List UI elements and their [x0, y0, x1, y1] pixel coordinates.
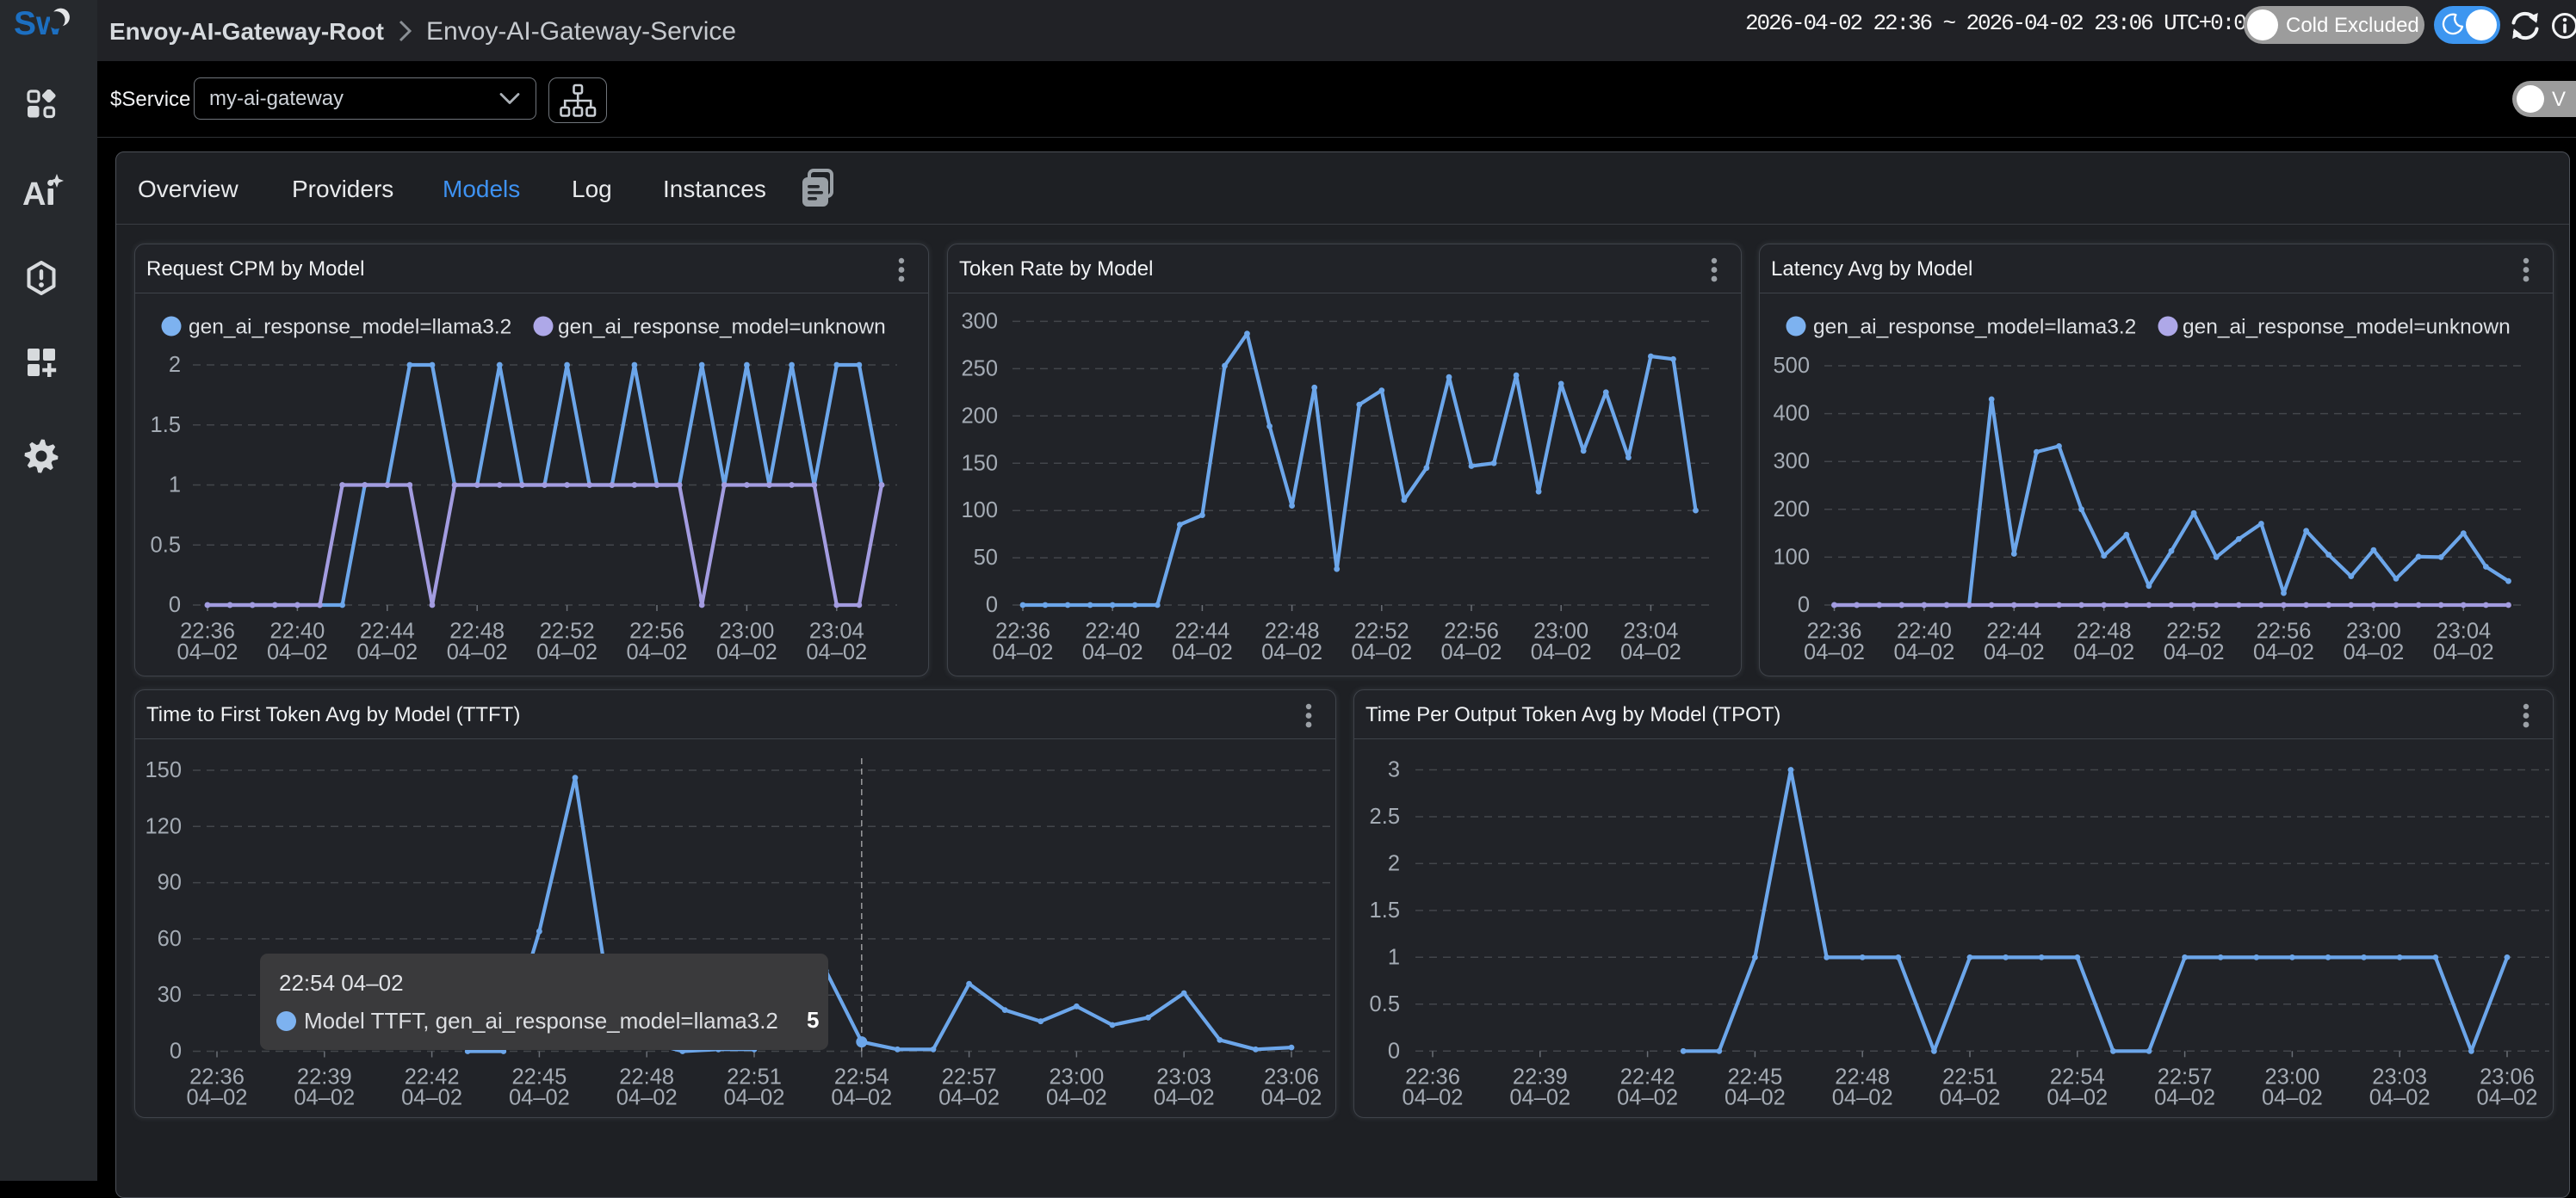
svg-text:04–02: 04–02 [509, 1086, 570, 1110]
svg-text:04–02: 04–02 [1531, 640, 1592, 664]
svg-text:gen_ai_response_model=unknown: gen_ai_response_model=unknown [558, 316, 886, 339]
svg-text:04–02: 04–02 [177, 640, 238, 664]
svg-text:0: 0 [170, 1040, 182, 1064]
svg-text:1: 1 [1388, 945, 1400, 969]
svg-text:04–02: 04–02 [1832, 1086, 1893, 1110]
svg-text:1.5: 1.5 [151, 413, 181, 437]
svg-text:0: 0 [1388, 1039, 1400, 1063]
svg-text:100: 100 [1773, 545, 1810, 569]
svg-text:04–02: 04–02 [356, 640, 418, 664]
svg-text:04–02: 04–02 [1725, 1086, 1786, 1110]
svg-text:04–02: 04–02 [1984, 640, 2045, 664]
svg-text:04–02: 04–02 [2047, 1086, 2108, 1110]
svg-text:200: 200 [961, 404, 998, 428]
svg-text:0.5: 0.5 [1370, 992, 1400, 1016]
svg-text:04–02: 04–02 [294, 1086, 355, 1110]
svg-text:04–02: 04–02 [1804, 640, 1865, 664]
svg-text:400: 400 [1773, 402, 1810, 426]
svg-text:100: 100 [961, 498, 998, 522]
svg-text:04–02: 04–02 [1261, 640, 1322, 664]
svg-text:04–02: 04–02 [1154, 1086, 1215, 1110]
svg-text:04–02: 04–02 [2433, 640, 2494, 664]
svg-text:04–02: 04–02 [938, 1086, 1000, 1110]
svg-text:04–02: 04–02 [1082, 640, 1143, 664]
svg-text:04–02: 04–02 [187, 1086, 248, 1110]
svg-text:1: 1 [169, 473, 181, 497]
svg-text:04–02: 04–02 [2253, 640, 2314, 664]
svg-text:04–02: 04–02 [1403, 1086, 1464, 1110]
svg-text:04–02: 04–02 [1509, 1086, 1570, 1110]
svg-text:0: 0 [169, 593, 181, 617]
svg-text:500: 500 [1773, 354, 1810, 378]
svg-text:04–02: 04–02 [616, 1086, 678, 1110]
svg-text:A: A [23, 176, 46, 210]
svg-text:90: 90 [158, 871, 182, 895]
svg-text:04–02: 04–02 [2164, 640, 2225, 664]
svg-text:04–02: 04–02 [2343, 640, 2404, 664]
svg-text:04–02: 04–02 [831, 1086, 892, 1110]
svg-text:04–02: 04–02 [1261, 1086, 1322, 1110]
svg-text:200: 200 [1773, 497, 1810, 522]
svg-text:04–02: 04–02 [2369, 1086, 2430, 1110]
svg-text:04–02: 04–02 [1940, 1086, 2001, 1110]
svg-text:1.5: 1.5 [1370, 898, 1400, 923]
svg-text:30: 30 [158, 983, 182, 1007]
svg-text:0: 0 [986, 593, 998, 617]
svg-text:gen_ai_response_model=llama3.2: gen_ai_response_model=llama3.2 [1813, 316, 2136, 339]
svg-text:04–02: 04–02 [1351, 640, 1412, 664]
svg-text:04–02: 04–02 [627, 640, 688, 664]
svg-text:04–02: 04–02 [267, 640, 328, 664]
svg-text:04–02: 04–02 [1620, 640, 1681, 664]
svg-text:2: 2 [169, 353, 181, 377]
svg-text:04–02: 04–02 [2073, 640, 2134, 664]
svg-text:04–02: 04–02 [1046, 1086, 1107, 1110]
svg-text:120: 120 [145, 814, 182, 838]
svg-text:2: 2 [1388, 851, 1400, 875]
svg-text:04–02: 04–02 [536, 640, 598, 664]
svg-text:150: 150 [961, 451, 998, 475]
svg-text:04–02: 04–02 [401, 1086, 462, 1110]
svg-text:04–02: 04–02 [724, 1086, 785, 1110]
svg-text:3: 3 [1388, 758, 1400, 782]
svg-text:04–02: 04–02 [1893, 640, 1954, 664]
svg-text:04–02: 04–02 [993, 640, 1054, 664]
svg-text:0: 0 [1798, 593, 1810, 617]
svg-text:0.5: 0.5 [151, 533, 181, 557]
svg-text:04–02: 04–02 [806, 640, 867, 664]
svg-text:300: 300 [1773, 449, 1810, 473]
svg-text:04–02: 04–02 [2154, 1086, 2215, 1110]
svg-text:04–02: 04–02 [716, 640, 777, 664]
svg-text:04–02: 04–02 [2477, 1086, 2538, 1110]
svg-text:60: 60 [158, 927, 182, 951]
svg-text:150: 150 [145, 758, 182, 782]
svg-text:04–02: 04–02 [1617, 1086, 1678, 1110]
svg-text:04–02: 04–02 [447, 640, 508, 664]
svg-text:04–02: 04–02 [1441, 640, 1502, 664]
svg-text:gen_ai_response_model=unknown: gen_ai_response_model=unknown [2183, 316, 2511, 339]
svg-text:04–02: 04–02 [2262, 1086, 2323, 1110]
svg-text:gen_ai_response_model=llama3.2: gen_ai_response_model=llama3.2 [189, 316, 511, 339]
svg-text:300: 300 [961, 309, 998, 333]
svg-text:04–02: 04–02 [1172, 640, 1233, 664]
svg-text:2.5: 2.5 [1370, 805, 1400, 829]
svg-text:250: 250 [961, 356, 998, 380]
svg-text:50: 50 [974, 546, 998, 570]
